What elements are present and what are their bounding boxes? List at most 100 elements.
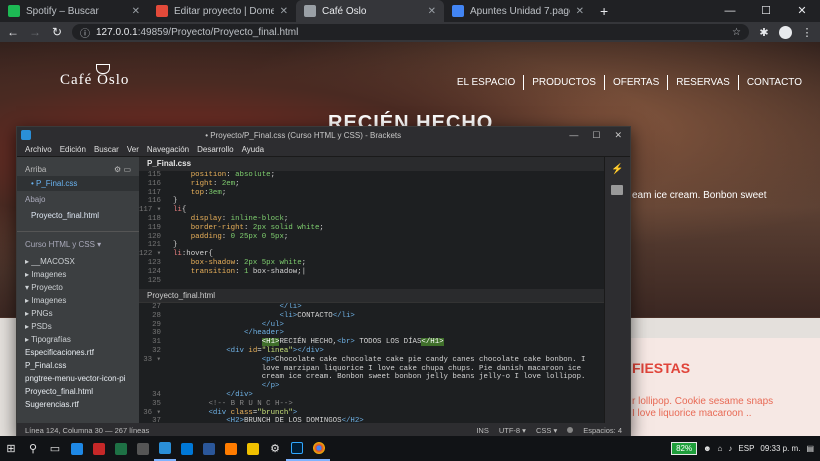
windows-start-icon[interactable]: ⊞ xyxy=(0,436,22,461)
close-tab-icon[interactable]: ✕ xyxy=(280,6,288,17)
close-tab-icon[interactable]: ✕ xyxy=(132,6,140,17)
line-number: 120 xyxy=(147,232,161,241)
site-nav-link[interactable]: EL ESPACIO xyxy=(449,75,525,90)
line-number: 122 ▾ xyxy=(139,250,162,259)
brackets-close-button[interactable]: ✕ xyxy=(614,130,622,141)
extensions-icon[interactable]: ✱ xyxy=(757,26,771,39)
reload-icon[interactable]: ↻ xyxy=(50,25,64,39)
bookmark-star-icon[interactable]: ☆ xyxy=(732,27,741,38)
encoding-select[interactable]: UTF-8 ▾ xyxy=(499,426,526,435)
task-view-icon[interactable]: ▭ xyxy=(44,436,66,461)
tree-file[interactable]: pngtree-menu-vector-icon-pi xyxy=(17,372,139,385)
language-select[interactable]: CSS ▾ xyxy=(536,426,557,435)
working-file-css[interactable]: • P_Final.css xyxy=(17,176,139,191)
site-nav-link[interactable]: PRODUCTOS xyxy=(524,75,605,90)
tree-file[interactable]: P_Final.css xyxy=(17,359,139,372)
indent-setting[interactable]: Espacios: 4 xyxy=(583,426,622,435)
menu-item[interactable]: Buscar xyxy=(94,145,119,154)
browser-tab[interactable]: Apuntes Unidad 7.pages ✕ xyxy=(444,0,592,22)
forward-icon[interactable]: → xyxy=(28,25,42,39)
html-editor-pane[interactable]: 27 </li> 28 <li>CONTACTO</li> 29 </ul> 30 <… xyxy=(139,302,630,423)
photos-icon[interactable] xyxy=(176,436,198,461)
site-logo[interactable]: Café Oslo xyxy=(60,72,129,89)
tree-folder[interactable]: ▸ __MACOSX xyxy=(17,255,139,268)
live-preview-icon[interactable]: ⚡ xyxy=(611,165,623,175)
extension-manager-icon[interactable] xyxy=(611,185,623,195)
menu-item[interactable]: Navegación xyxy=(147,145,189,154)
menu-item[interactable]: Edición xyxy=(60,145,86,154)
settings-icon[interactable]: ⚙ ▭ xyxy=(114,165,131,174)
line-number: 31 xyxy=(152,338,161,347)
tree-folder[interactable]: ▸ Tipografías xyxy=(17,333,139,346)
word-icon[interactable] xyxy=(198,436,220,461)
new-tab-button[interactable]: + xyxy=(592,0,616,22)
menu-item[interactable]: Archivo xyxy=(25,145,52,154)
minimize-button[interactable]: — xyxy=(712,0,748,22)
brackets-title: • Proyecto/P_Final.css (Curso HTML y CSS… xyxy=(205,130,402,140)
maximize-button[interactable]: ☐ xyxy=(748,0,784,22)
editor-tab-css[interactable]: P_Final.css xyxy=(139,157,630,171)
fiestas-title: FIESTAS xyxy=(632,360,691,376)
tree-file[interactable]: Especificaciones.rtf xyxy=(17,346,139,359)
tab-label: Apuntes Unidad 7.pages xyxy=(470,5,570,17)
mail-icon[interactable] xyxy=(66,436,88,461)
linter-status-icon[interactable] xyxy=(567,427,574,433)
menu-icon[interactable]: ⋮ xyxy=(800,26,814,39)
code-line: 35 <!-- B R U N C H--> xyxy=(139,400,630,409)
files-icon[interactable] xyxy=(242,436,264,461)
info-icon[interactable]: ⓘ xyxy=(80,25,90,40)
brackets-taskbar-icon[interactable] xyxy=(154,436,176,461)
tree-folder[interactable]: ▸ Imagenes xyxy=(17,268,139,281)
tree-folder[interactable]: ▸ PNGs xyxy=(17,307,139,320)
working-file-html[interactable]: Proyecto_final.html xyxy=(17,208,139,223)
notifications-icon[interactable]: ▤ xyxy=(806,444,814,453)
photoshop-icon[interactable] xyxy=(286,436,308,461)
profile-avatar[interactable] xyxy=(779,25,792,39)
site-nav-link[interactable]: OFERTAS xyxy=(605,75,669,90)
brackets-menubar: Archivo Edición Buscar Ver Navegación Desarro… xyxy=(17,143,630,157)
chrome-icon[interactable] xyxy=(308,436,330,461)
editor-tab-html[interactable]: Proyecto_final.html xyxy=(139,289,630,302)
css-editor-pane[interactable]: 115 position: absolute; 116 right: 2em; 11… xyxy=(139,171,630,289)
back-icon[interactable]: ← xyxy=(6,25,20,39)
close-window-button[interactable]: ✕ xyxy=(784,0,820,22)
tree-file[interactable]: Proyecto_final.html xyxy=(17,385,139,398)
tree-folder[interactable]: ▸ Imagenes xyxy=(17,294,139,307)
ins-mode[interactable]: INS xyxy=(476,426,489,435)
illustrator-icon[interactable] xyxy=(220,436,242,461)
menu-item[interactable]: Ver xyxy=(127,145,139,154)
fiestas-section xyxy=(612,338,820,436)
browser-tab[interactable]: Spotify – Buscar ✕ xyxy=(0,0,148,22)
site-nav-link[interactable]: CONTACTO xyxy=(739,75,810,90)
battery-indicator[interactable]: 82% xyxy=(671,442,698,455)
mcafee-icon[interactable] xyxy=(88,436,110,461)
menu-item[interactable]: Desarrollo xyxy=(197,145,233,154)
code-text: <li>CONTACTO</li> xyxy=(279,311,355,320)
language-indicator[interactable]: ESP xyxy=(738,444,754,453)
close-tab-icon[interactable]: ✕ xyxy=(576,6,584,17)
brackets-sidebar: Arriba ⚙ ▭ • P_Final.css Abajo Proyecto_… xyxy=(17,157,139,423)
code-line: 117 ▾ li{ xyxy=(139,206,630,215)
brackets-minimize-button[interactable]: — xyxy=(569,130,578,141)
tree-file[interactable]: Sugerencias.rtf xyxy=(17,398,139,411)
store-icon[interactable] xyxy=(132,436,154,461)
address-bar[interactable]: ⓘ 127.0.0.1:49859/Proyecto/Proyecto_fina… xyxy=(72,24,749,40)
close-tab-icon[interactable]: ✕ xyxy=(428,6,436,17)
network-icon[interactable]: ⌂ xyxy=(718,444,723,453)
brackets-maximize-button[interactable]: ☐ xyxy=(592,130,600,141)
tree-folder[interactable]: ▸ PSDs xyxy=(17,320,139,333)
clock[interactable]: 09:33 p. m. xyxy=(760,444,800,453)
project-dropdown[interactable]: Curso HTML y CSS ▾ xyxy=(17,236,139,253)
settings-app-icon[interactable]: ⚙ xyxy=(264,436,286,461)
menu-item[interactable]: Ayuda xyxy=(242,145,265,154)
tree-folder[interactable]: ▾ Proyecto xyxy=(17,281,139,294)
browser-tab[interactable]: Café Oslo ✕ xyxy=(296,0,444,22)
search-icon[interactable]: ⚲ xyxy=(22,436,44,461)
code-text: cream ice cream. Bonbon sweet bonbon jel… xyxy=(173,373,586,382)
volume-icon[interactable]: ♪ xyxy=(728,444,732,453)
excel-icon[interactable] xyxy=(110,436,132,461)
people-icon[interactable]: ☻ xyxy=(703,444,711,453)
code-line: 29 </ul> xyxy=(139,321,630,330)
site-nav-link[interactable]: RESERVAS xyxy=(668,75,739,90)
browser-tab[interactable]: Editar proyecto | Domestika ✕ xyxy=(148,0,296,22)
